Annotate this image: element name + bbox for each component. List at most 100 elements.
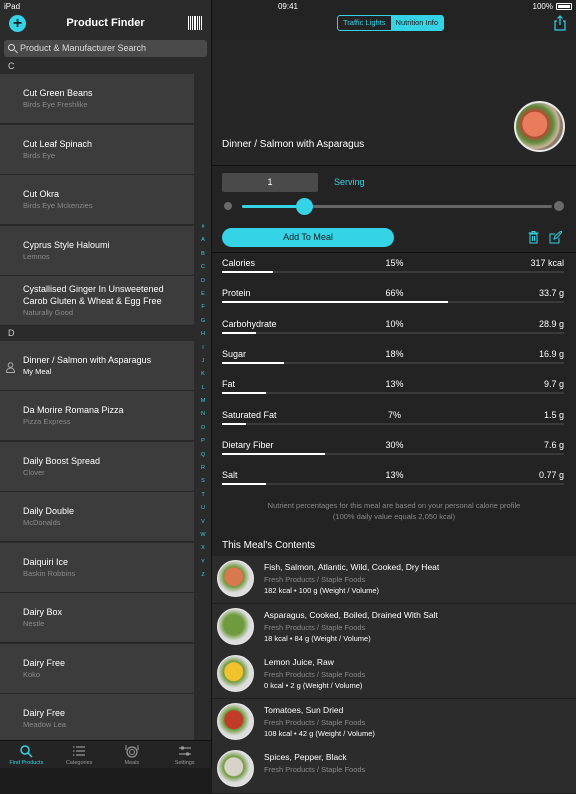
index-letter[interactable]: E — [201, 288, 205, 301]
tab-settings[interactable]: Settings — [158, 741, 211, 768]
content-name: Tomatoes, Sun Dried — [264, 704, 344, 715]
index-letter[interactable]: W — [200, 529, 205, 542]
index-letter[interactable]: N — [201, 408, 205, 421]
segment-traffic-lights[interactable]: Traffic Lights — [338, 16, 391, 30]
content-name: Asparagus, Cooked, Boiled, Drained With … — [264, 609, 438, 620]
index-letter[interactable]: C — [201, 261, 205, 274]
item-brand: Naturally Good — [23, 308, 74, 317]
nutrient-percent: 13% — [385, 379, 404, 390]
contents-heading: This Meal's Contents — [222, 540, 316, 551]
nutrient-name: Sugar — [222, 348, 247, 359]
item-name: Cut Green Beans — [23, 88, 93, 98]
item-brand: Pizza Express — [23, 417, 71, 426]
item-name: Daily Double — [23, 506, 75, 516]
list-item[interactable]: Dairy Box Nestle — [0, 593, 194, 643]
meal-photo — [514, 101, 565, 152]
nutrient-value: 317 kcal — [530, 258, 564, 268]
list-item[interactable]: Cystallised Ginger In Unsweetened Carob … — [0, 276, 194, 326]
meal-content-item[interactable]: Spices, Pepper, Black Fresh Products / St… — [212, 746, 576, 794]
item-name: Dinner / Salmon with Asparagus — [23, 354, 152, 365]
tab-meals[interactable]: Meals — [106, 741, 159, 768]
index-letter[interactable]: P — [201, 435, 205, 448]
nutrient-percent: 18% — [385, 348, 404, 359]
search-input[interactable]: Product & Manufacturer Search — [4, 40, 207, 57]
index-letter[interactable]: Q — [201, 449, 205, 462]
nutrient-name: Protein — [222, 288, 251, 299]
list-item[interactable]: Daiquiri Ice Baskin Robbins — [0, 542, 194, 593]
nutrient-bar-track — [222, 483, 564, 486]
nutrient-row: Saturated Fat 7% 1.5 g — [212, 408, 576, 438]
person-icon — [5, 360, 16, 373]
index-letter[interactable]: K — [201, 368, 205, 381]
nutrient-value: 0.77 g — [538, 470, 564, 481]
index-letter[interactable]: Y — [201, 556, 205, 569]
index-letter[interactable]: V — [201, 516, 205, 529]
meal-content-item[interactable]: Lemon Juice, Raw Fresh Products / Staple … — [212, 651, 576, 699]
index-letter[interactable]: D — [201, 275, 205, 288]
index-letter[interactable]: Z — [201, 569, 204, 582]
list-item[interactable]: Cut Green Beans Birds Eye Freshlike — [0, 74, 194, 124]
item-brand: Lemnos — [23, 251, 50, 261]
list-item[interactable]: Daily Double McDonalds — [0, 492, 194, 542]
nutrient-value: 9.7 g — [543, 379, 564, 390]
list-item[interactable]: Dairy Free Meadow Lea — [0, 694, 194, 744]
unit-selector[interactable]: Serving — [334, 177, 365, 187]
list-item[interactable]: Cut Okra Birds Eye Mckenzies — [0, 175, 194, 225]
index-letter[interactable]: R — [201, 462, 205, 475]
index-letter[interactable]: A — [201, 234, 205, 247]
tab-find-products[interactable]: Find Products — [0, 741, 53, 768]
segment-nutrition-info[interactable]: Nutrition Info — [390, 16, 444, 30]
index-letter[interactable]: G — [201, 315, 205, 328]
index-letter[interactable]: U — [201, 502, 205, 515]
meal-title: Dinner / Salmon with Asparagus — [222, 139, 365, 150]
index-letter[interactable]: B — [201, 248, 205, 261]
content-name: Spices, Pepper, Black — [264, 752, 347, 762]
add-to-meal-button[interactable]: Add To Meal — [222, 228, 394, 247]
share-icon[interactable] — [554, 15, 566, 31]
index-letter[interactable]: X — [201, 542, 205, 555]
index-letter[interactable]: # — [201, 221, 204, 234]
item-brand: Birds Eye Mckenzies — [23, 201, 93, 210]
food-thumbnail — [217, 655, 254, 692]
index-letter[interactable]: S — [201, 475, 205, 488]
nutrient-bar-track — [222, 452, 564, 455]
index-letter[interactable]: M — [201, 395, 206, 408]
food-thumbnail — [217, 702, 254, 740]
barcode-scan-icon[interactable] — [188, 16, 202, 30]
small-apple-icon — [224, 202, 232, 210]
list-item[interactable]: Dinner / Salmon with Asparagus My Meal — [0, 340, 194, 391]
index-letter[interactable]: F — [201, 301, 204, 314]
list-item[interactable]: Cyprus Style Haloumi Lemnos — [0, 225, 194, 276]
list-item[interactable]: Da Morire Romana Pizza Pizza Express — [0, 391, 194, 441]
edit-icon[interactable] — [549, 231, 562, 244]
meal-content-item[interactable]: Tomatoes, Sun Dried Fresh Products / Stap… — [212, 698, 576, 747]
meal-detail-panel: Traffic Lights Nutrition Info Dinner / S… — [212, 0, 576, 794]
large-apple-icon — [554, 201, 564, 211]
meal-content-item[interactable]: Asparagus, Cooked, Boiled, Drained With … — [212, 603, 576, 652]
nutrient-value: 16.9 g — [538, 348, 564, 359]
nutrient-name: Saturated Fat — [222, 409, 277, 420]
alphabet-index[interactable]: # A B C D E F G H I J K L M N O P Q R S T U V W X Y Z — [196, 221, 210, 583]
index-letter[interactable]: I — [202, 342, 204, 355]
meal-content-item[interactable]: Fish, Salmon, Atlantic, Wild, Cooked, Dr… — [212, 556, 576, 604]
nutrient-percent: 30% — [385, 439, 404, 450]
content-name: Fish, Salmon, Atlantic, Wild, Cooked, Dr… — [264, 562, 440, 572]
list-icon — [73, 746, 86, 756]
index-letter[interactable]: O — [201, 422, 205, 435]
list-item[interactable]: Dairy Free Koko — [0, 643, 194, 694]
quantity-input[interactable]: 1 — [222, 173, 318, 192]
index-letter[interactable]: H — [201, 328, 205, 341]
status-bar: iPad 09:41 100% — [0, 0, 576, 12]
list-item[interactable]: Daily Boost Spread Clover — [0, 441, 194, 492]
tab-categories[interactable]: Categories — [53, 741, 106, 768]
tab-bar: Find Products Categories Meals Settings — [0, 740, 211, 768]
index-letter[interactable]: J — [202, 355, 205, 368]
index-letter[interactable]: T — [201, 489, 204, 502]
divider — [212, 252, 576, 253]
index-letter[interactable]: L — [201, 382, 204, 395]
nutrient-value: 7.6 g — [543, 439, 564, 450]
slider-knob[interactable] — [296, 198, 313, 215]
list-item[interactable]: Cut Leaf Spinach Birds Eye — [0, 124, 194, 175]
quantity-slider[interactable] — [242, 198, 552, 215]
trash-icon[interactable] — [528, 231, 539, 244]
